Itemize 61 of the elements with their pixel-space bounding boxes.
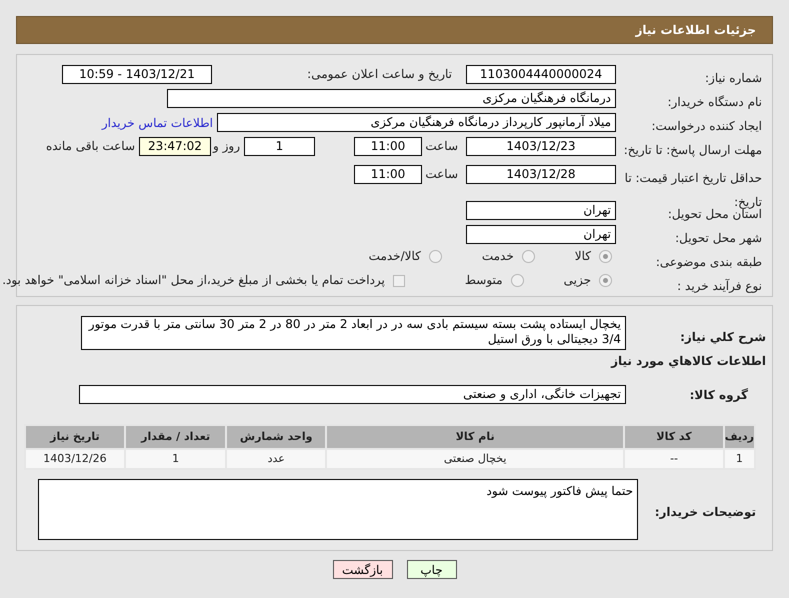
field-label: جزیی (564, 273, 591, 288)
table-cell: عدد (226, 449, 326, 469)
radio-button[interactable] (599, 274, 612, 287)
field-label: شماره نیاز: (705, 71, 762, 85)
field-label: شرح کلي نياز: (680, 330, 766, 344)
radio-button[interactable] (428, 250, 442, 263)
countdown-field[interactable]: 23:47:02 (139, 137, 211, 156)
text-field[interactable]: 1403/12/21 - 10:59 (62, 65, 212, 84)
section-heading: اطلاعات كالاهاي مورد نياز (610, 353, 766, 370)
field-label: ساعت باقی مانده (46, 139, 136, 154)
text-field[interactable]: 1403/12/28 (466, 165, 616, 184)
field-label: متوسط (464, 273, 503, 288)
field-label: گروه کالا: (690, 388, 748, 402)
field-label: حداقل تاریخ اعتبار قیمت: تا تاریخ: (624, 171, 762, 209)
column-header: ردیف (724, 425, 755, 449)
field-label: شهر محل تحویل: (675, 231, 762, 245)
text-field[interactable]: درمانگاه فرهنگیان مرکزی (167, 89, 616, 108)
table-cell: 1403/12/26 (25, 449, 125, 469)
contact-link[interactable]: اطلاعات تماس خریدار (102, 114, 213, 132)
column-header: تعداد / مقدار (124, 425, 226, 449)
field-label: ساعت (424, 139, 459, 154)
field-label: خدمت (482, 249, 514, 264)
text-field[interactable]: 11:00 (354, 137, 422, 156)
text-field[interactable]: میلاد آرمانپور کارپرداز درمانگاه فرهنگیان مرکزی (217, 113, 616, 132)
field-label: استان محل تحویل: (668, 207, 762, 221)
field-label: طبقه بندی موضوعی: (656, 255, 762, 269)
text-field[interactable]: تهران (466, 225, 616, 244)
radio-button[interactable] (510, 274, 524, 287)
table-cell: 1 (124, 449, 226, 469)
radio-button[interactable] (599, 250, 612, 263)
table-cell: -- (624, 449, 724, 469)
field-label: روز و (212, 139, 241, 154)
back-button[interactable]: بازگشت (332, 560, 392, 579)
text-field[interactable]: تهران (466, 201, 616, 220)
field-label: مهلت ارسال پاسخ: تا تاریخ: (624, 143, 762, 157)
column-header: کد کالا (624, 425, 724, 449)
description-textarea[interactable]: یخچال ایستاده پشت بسته سیستم بادی سه در در ابعاد 2 متر در 80 در 2 متر 30 سانتی متر با قدرت موتور 3/4 دیجیتالی با ورق استیل (81, 316, 626, 350)
text-field[interactable]: 1 (244, 137, 315, 156)
field-label: نام دستگاه خریدار: (668, 95, 762, 109)
notes-textarea[interactable]: حتما پیش فاکتور پیوست شود (38, 479, 638, 540)
page-title: جزئیات اطلاعات نیاز (635, 22, 756, 39)
field-label: کالا/خدمت (368, 249, 421, 264)
text-field[interactable]: 1103004440000024 (466, 65, 616, 84)
text-field[interactable]: 1403/12/23 (466, 137, 616, 156)
table-cell: 1 (724, 449, 755, 469)
field-label: تاریخ و ساعت اعلان عمومی: (306, 67, 452, 82)
field-label: توضیحات خریدار: (654, 505, 756, 519)
column-header: تاریخ نیاز (25, 425, 125, 449)
print-button[interactable]: چاپ (406, 560, 456, 579)
field-label: پرداخت تمام یا بخشی از مبلغ خرید،از محل "اسناد خزانه اسلامی" خواهد بود. (2, 273, 385, 288)
field-label: ساعت (424, 167, 459, 182)
text-field[interactable]: تجهیزات خانگی، اداری و صنعتی (79, 384, 626, 404)
radio-button[interactable] (522, 250, 535, 263)
checkbox[interactable] (392, 274, 405, 286)
field-label: نوع فرآیند خرید : (677, 279, 762, 293)
table-cell: یخچال صنعتی (326, 449, 624, 469)
column-header: نام کالا (326, 425, 624, 449)
field-label: ایجاد کننده درخواست: (651, 119, 762, 133)
column-header: واحد شمارش (226, 425, 326, 449)
field-label: کالا (574, 249, 591, 264)
text-field[interactable]: 11:00 (354, 165, 422, 184)
